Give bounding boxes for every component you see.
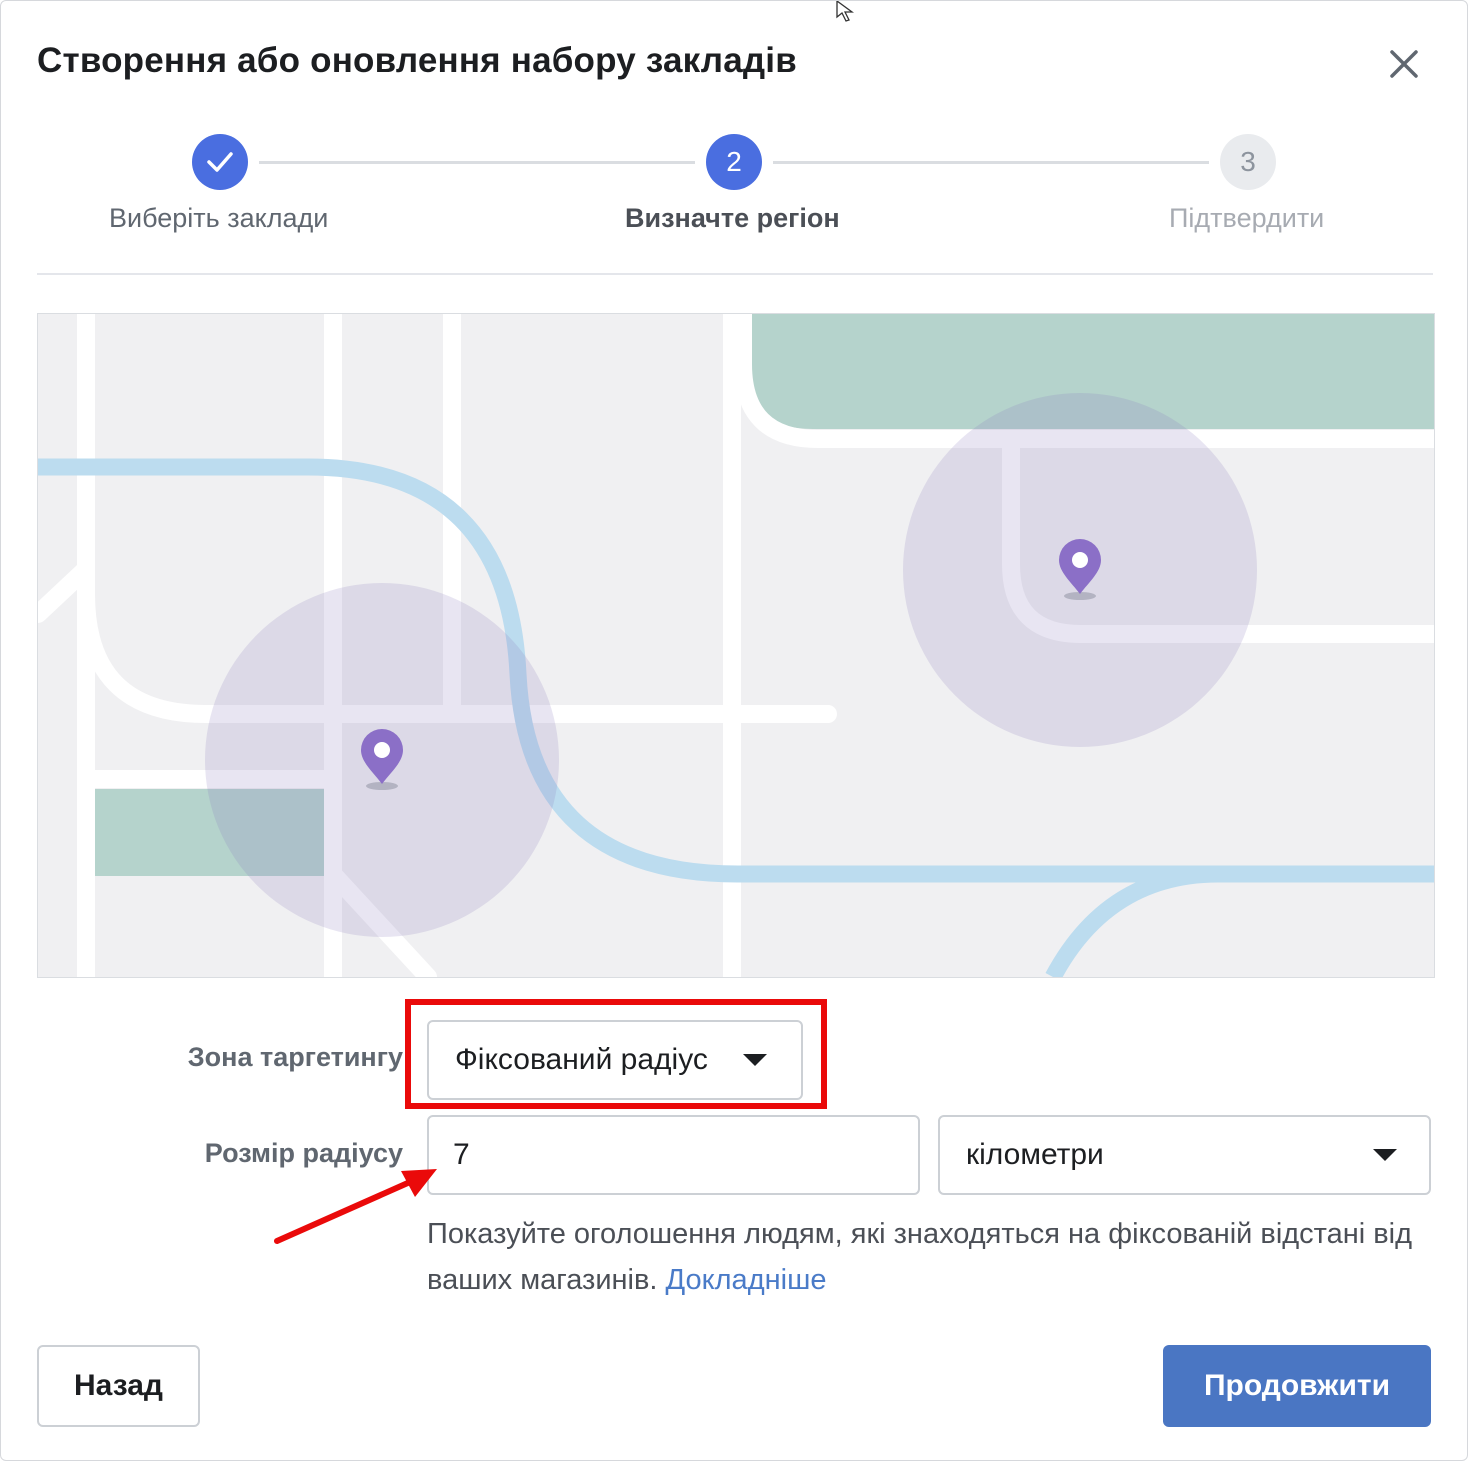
targeting-zone-label: Зона таргетингу (187, 1042, 403, 1072)
step-2-label: Визначте регіон (625, 203, 840, 233)
unit-select[interactable]: кілометри (938, 1115, 1431, 1195)
step-3-label: Підтвердити (1169, 203, 1325, 233)
chevron-down-icon (1373, 1149, 1397, 1161)
step-3-number: 3 (1220, 134, 1276, 190)
help-description: Показуйте оголошення людям, які знаходят… (427, 1218, 1413, 1296)
step-connector (773, 161, 1209, 164)
dialog-title: Створення або оновлення набору закладів (37, 41, 797, 80)
map-illustration (37, 313, 1435, 978)
step-1-label: Виберіть заклади (109, 203, 329, 233)
help-text: Показуйте оголошення людям, які знаходят… (427, 1211, 1427, 1303)
unit-value: кілометри (966, 1138, 1104, 1171)
back-button[interactable]: Назад (37, 1345, 200, 1427)
annotation-highlight-box (405, 999, 827, 1109)
step-2-number: 2 (706, 134, 762, 190)
continue-button[interactable]: Продовжити (1163, 1345, 1431, 1427)
location-set-dialog: Створення або оновлення набору закладів … (0, 0, 1468, 1461)
step-1-check-icon (192, 134, 248, 190)
step-connector (259, 161, 695, 164)
close-icon[interactable] (1381, 41, 1427, 87)
divider (37, 273, 1433, 275)
learn-more-link[interactable]: Докладніше (666, 1264, 827, 1296)
mouse-cursor-icon (836, 1, 854, 22)
radius-input[interactable]: 7 (427, 1115, 920, 1195)
annotation-arrow-icon (274, 1169, 437, 1244)
